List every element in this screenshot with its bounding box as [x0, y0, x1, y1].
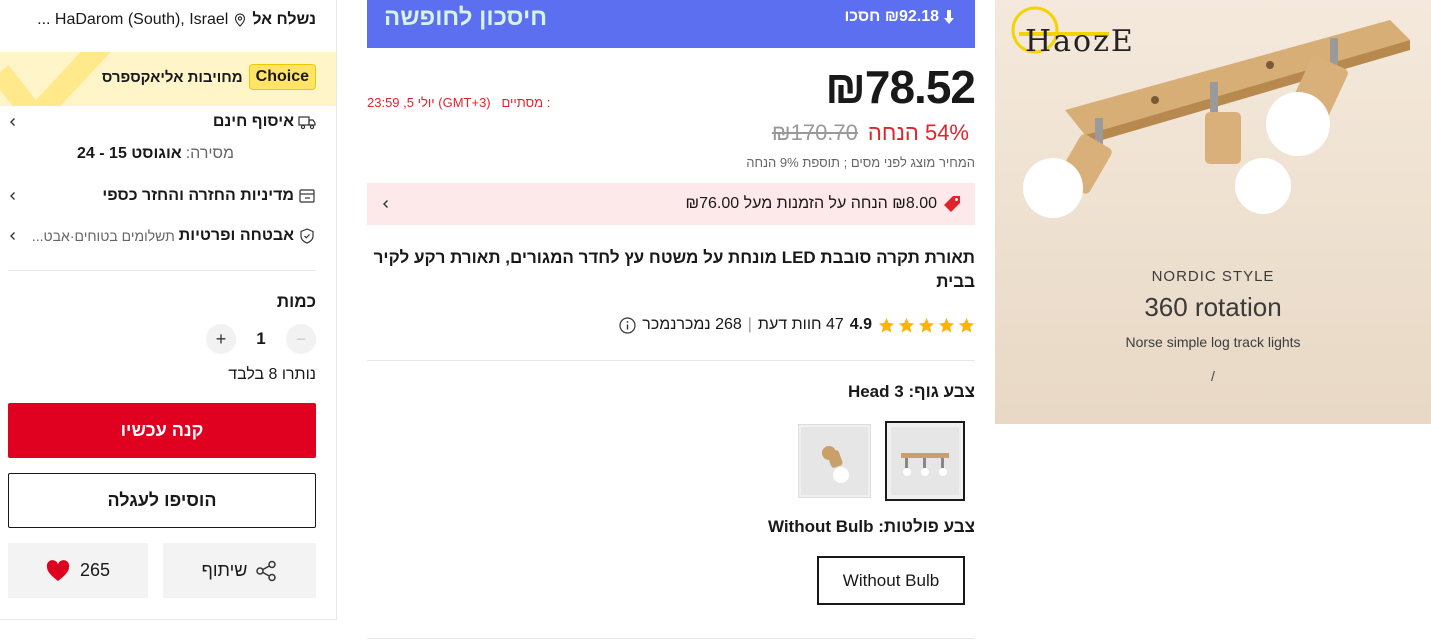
returns-row[interactable]: מדיניות החזרה והחזר כספי: [8, 184, 316, 208]
sale-banner-savings: ₪92.18 חסכו: [844, 8, 955, 26]
chevron-left-icon: [10, 232, 15, 240]
quantity-minus-button[interactable]: −: [286, 324, 316, 354]
arrow-down-icon: [944, 10, 954, 24]
buy-now-button[interactable]: קנה עכשיו: [8, 403, 316, 458]
returns-label: מדיניות החזרה והחזר כספי: [102, 187, 294, 204]
coupon-bar[interactable]: ₪8.00 הנחה על הזמנות מעל ₪76.00: [367, 183, 975, 225]
color-variant-label: צבע גוף: 3 Head: [847, 382, 975, 401]
wishlist-button[interactable]: 265: [8, 543, 148, 598]
chevron-left-icon: [383, 200, 388, 208]
location-pin-icon: [235, 13, 246, 27]
original-price: ₪170.70: [771, 120, 858, 145]
choice-check-icon: [0, 52, 110, 106]
price-discount-row: 54% הנחה ₪170.70: [772, 120, 969, 146]
image-style-text: NORDIC STYLE: [1151, 268, 1275, 285]
brand-logo: HaozE: [1025, 24, 1135, 59]
share-button[interactable]: שיתוף: [163, 543, 316, 598]
shield-icon: [300, 228, 314, 244]
sidebar-divider: [8, 270, 316, 271]
product-image[interactable]: HaozE NORDIC STYLE 360 rotation Norse si…: [995, 0, 1431, 424]
rating-value: 4.9: [849, 316, 872, 333]
coupon-text: ₪8.00 הנחה על הזמנות מעל ₪76.00: [685, 195, 937, 212]
sale-banner[interactable]: חיסכון לחופשה ₪92.18 חסכו: [367, 0, 975, 48]
info-icon[interactable]: [619, 316, 636, 334]
plug-variant-label: צבע פולטות: Without Bulb: [767, 517, 975, 536]
free-pickup-row[interactable]: איסוף חינם: [8, 110, 316, 134]
1-head-thumbnail-icon: [801, 427, 868, 495]
sold-count: 268 נמכרנמכר: [642, 316, 742, 333]
rating-separator: |: [747, 316, 752, 333]
security-row[interactable]: אבטחה ופרטיות תשלומים בטוחים·אבט...: [8, 224, 316, 248]
wishlist-count: 265: [79, 560, 111, 580]
security-detail: תשלומים בטוחים·אבט...: [31, 228, 175, 244]
sale-banner-title: חיסכון לחופשה: [384, 4, 547, 31]
free-pickup-label: איסוף חינם: [212, 113, 294, 130]
sale-ends: יולי 5, 23:59 (GMT+3) מסתיים :: [367, 95, 550, 110]
star-icon: [958, 317, 975, 332]
quantity-plus-button[interactable]: +: [206, 324, 236, 354]
return-box-icon: [299, 189, 315, 203]
current-price: ₪78.52: [825, 61, 976, 113]
rating-row: 4.9 47 חוות דעת | 268 נמכרנמכר: [619, 316, 975, 334]
choice-banner[interactable]: Choice מחויבות אליאקספרס: [0, 52, 336, 106]
tax-note: המחיר מוצג לפני מסים ; תוספת 9% הנחה: [746, 155, 975, 170]
share-label: שיתוף: [201, 560, 248, 580]
rating-stars: [878, 317, 975, 334]
share-icon: [256, 560, 277, 581]
star-icon: [878, 317, 895, 332]
3-head-thumbnail-icon: [891, 427, 959, 495]
heart-icon: [46, 559, 70, 581]
discount-percent: 54% הנחה: [867, 120, 969, 145]
add-to-cart-button[interactable]: הוסיפו לעגלה: [8, 473, 316, 528]
truck-icon: [298, 116, 316, 130]
purchase-sidebar: נשלח אל HaDarom (South), Israel ... Choi…: [0, 0, 337, 620]
chevron-left-icon: [10, 118, 15, 126]
chevron-left-icon: [10, 192, 15, 200]
choice-badge: Choice: [248, 64, 316, 90]
sale-ends-time: יולי 5, 23:59 (GMT+3): [367, 95, 491, 110]
image-mark: /: [1211, 368, 1215, 384]
image-rotation-text: 360 rotation: [1144, 292, 1282, 322]
section-divider: [367, 638, 975, 639]
quantity-stepper: + 1 −: [206, 323, 316, 355]
sale-savings-text: ₪92.18 חסכו: [844, 8, 939, 25]
product-title: תאורת תקרה סובבת LED מונחת על משטח עץ לח…: [373, 248, 975, 291]
variant-swatch-1-head[interactable]: [798, 424, 871, 498]
ship-to-location: HaDarom (South), Israel ...: [37, 11, 229, 28]
image-subtitle: Norse simple log track lights: [1125, 334, 1301, 350]
star-icon: [918, 317, 935, 332]
review-count[interactable]: 47 חוות דעת: [758, 316, 844, 334]
quantity-label: כמות: [276, 292, 316, 311]
security-label: אבטחה ופרטיות: [178, 227, 294, 244]
coupon-tag-icon: [944, 196, 960, 212]
ship-to-label: נשלח אל: [252, 11, 316, 28]
delivery-dates: אוגוסט 15 - 24: [77, 145, 182, 162]
quantity-value[interactable]: 1: [256, 329, 265, 349]
variant-swatch-3-head[interactable]: [885, 421, 965, 501]
delivery-row: מסירה: אוגוסט 15 - 24: [8, 142, 316, 166]
star-icon: [898, 317, 915, 332]
section-divider: [367, 360, 975, 361]
plug-option-without-bulb[interactable]: Without Bulb: [817, 556, 965, 605]
choice-text: מחויבות אליאקספרס: [101, 68, 243, 86]
stock-remaining: נותרו 8 בלבד: [228, 366, 316, 383]
star-icon: [938, 317, 955, 332]
ship-to-row[interactable]: נשלח אל HaDarom (South), Israel ...: [8, 8, 316, 32]
sale-ends-label: מסתיים :: [501, 95, 551, 110]
delivery-label: מסירה:: [185, 145, 234, 162]
